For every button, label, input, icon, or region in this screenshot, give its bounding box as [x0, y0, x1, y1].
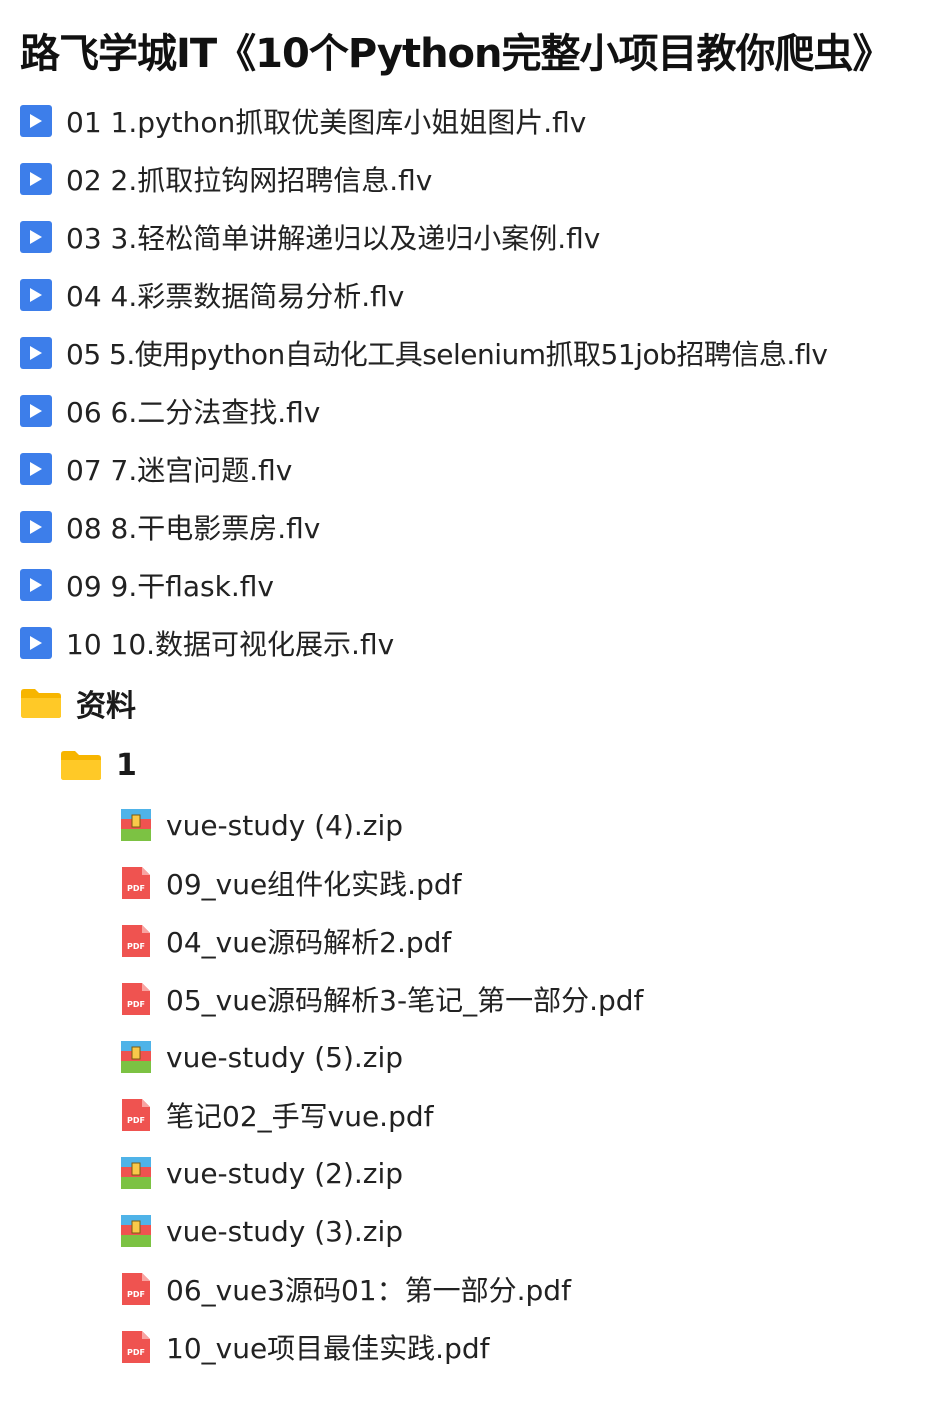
- zip-icon: [121, 1157, 151, 1189]
- svg-text:PDF: PDF: [127, 884, 145, 893]
- folder-row-materials[interactable]: 资料: [20, 672, 950, 734]
- video-label: 01 1.python抓取优美图库小姐姐图片.flv: [66, 106, 587, 139]
- file-item[interactable]: PDF 04_vue源码解析2.pdf: [20, 912, 950, 970]
- file-label: vue-study (3).zip: [166, 1214, 404, 1248]
- file-item[interactable]: vue-study (4).zip: [20, 796, 950, 854]
- folder-row-1[interactable]: 1: [20, 734, 950, 796]
- play-icon: [20, 627, 52, 659]
- pdf-icon: PDF: [122, 983, 150, 1015]
- video-item[interactable]: 07 7.迷宫问题.flv: [20, 440, 950, 498]
- pdf-icon: PDF: [122, 925, 150, 957]
- video-item[interactable]: 03 3.轻松简单讲解递归以及递归小案例.flv: [20, 208, 950, 266]
- file-label: 06_vue3源码01：第一部分.pdf: [166, 1274, 571, 1307]
- video-item[interactable]: 10 10.数据可视化展示.flv: [20, 614, 950, 672]
- file-label: 05_vue源码解析3-笔记_第一部分.pdf: [166, 984, 644, 1017]
- file-label: 10_vue项目最佳实践.pdf: [166, 1332, 490, 1365]
- svg-text:PDF: PDF: [127, 1000, 145, 1009]
- video-item[interactable]: 04 4.彩票数据简易分析.flv: [20, 266, 950, 324]
- pdf-icon: PDF: [122, 1273, 150, 1305]
- play-icon: [20, 221, 52, 253]
- folder-icon: [61, 751, 101, 780]
- play-icon: [20, 395, 52, 427]
- video-label: 04 4.彩票数据简易分析.flv: [66, 280, 405, 313]
- svg-text:PDF: PDF: [127, 1348, 145, 1357]
- folder-label: 资料: [76, 689, 136, 724]
- file-label: 09_vue组件化实践.pdf: [166, 868, 462, 901]
- file-label: vue-study (2).zip: [166, 1156, 404, 1190]
- play-icon: [20, 163, 52, 195]
- video-list: 01 1.python抓取优美图库小姐姐图片.flv 02 2.抓取拉钩网招聘信…: [20, 92, 950, 672]
- file-label: vue-study (4).zip: [166, 808, 404, 842]
- video-item[interactable]: 06 6.二分法查找.flv: [20, 382, 950, 440]
- video-item[interactable]: 01 1.python抓取优美图库小姐姐图片.flv: [20, 92, 950, 150]
- video-item[interactable]: 08 8.干电影票房.flv: [20, 498, 950, 556]
- file-item[interactable]: vue-study (2).zip: [20, 1144, 950, 1202]
- play-icon: [20, 569, 52, 601]
- file-label: 04_vue源码解析2.pdf: [166, 926, 452, 959]
- video-item[interactable]: 05 5.使用python自动化工具selenium抓取51job招聘信息.fl…: [20, 324, 950, 382]
- video-item[interactable]: 09 9.干flask.flv: [20, 556, 950, 614]
- play-icon: [20, 511, 52, 543]
- video-label: 09 9.干flask.flv: [66, 570, 274, 603]
- zip-icon: [121, 1041, 151, 1073]
- play-icon: [20, 453, 52, 485]
- page-title: 路飞学城IT《10个Python完整小项目教你爬虫》: [20, 31, 893, 77]
- play-icon: [20, 105, 52, 137]
- video-label: 10 10.数据可视化展示.flv: [66, 628, 395, 661]
- folder-icon: [21, 689, 61, 718]
- file-item[interactable]: vue-study (5).zip: [20, 1028, 950, 1086]
- play-icon: [20, 337, 52, 369]
- file-label: vue-study (5).zip: [166, 1040, 404, 1074]
- file-item[interactable]: PDF 笔记02_手写vue.pdf: [20, 1086, 950, 1144]
- svg-text:PDF: PDF: [127, 942, 145, 951]
- page: 路飞学城IT《10个Python完整小项目教你爬虫》 01 1.python抓取…: [0, 0, 950, 1376]
- pdf-icon: PDF: [122, 867, 150, 899]
- file-item[interactable]: PDF 09_vue组件化实践.pdf: [20, 854, 950, 912]
- file-label: 笔记02_手写vue.pdf: [166, 1100, 434, 1133]
- pdf-icon: PDF: [122, 1331, 150, 1363]
- video-label: 02 2.抓取拉钩网招聘信息.flv: [66, 164, 433, 197]
- video-item[interactable]: 02 2.抓取拉钩网招聘信息.flv: [20, 150, 950, 208]
- file-item[interactable]: PDF 05_vue源码解析3-笔记_第一部分.pdf: [20, 970, 950, 1028]
- video-label: 05 5.使用python自动化工具selenium抓取51job招聘信息.fl…: [66, 338, 828, 371]
- svg-text:PDF: PDF: [127, 1290, 145, 1299]
- zip-icon: [121, 1215, 151, 1247]
- svg-text:PDF: PDF: [127, 1116, 145, 1125]
- video-label: 06 6.二分法查找.flv: [66, 396, 321, 429]
- video-label: 08 8.干电影票房.flv: [66, 512, 321, 545]
- folder-label: 1: [116, 747, 137, 783]
- video-label: 03 3.轻松简单讲解递归以及递归小案例.flv: [66, 222, 601, 255]
- file-item[interactable]: PDF 06_vue3源码01：第一部分.pdf: [20, 1260, 950, 1318]
- play-icon: [20, 279, 52, 311]
- file-list: vue-study (4).zip PDF 09_vue组件化实践.pdf PD…: [20, 796, 950, 1376]
- zip-icon: [121, 809, 151, 841]
- file-item[interactable]: PDF 10_vue项目最佳实践.pdf: [20, 1318, 950, 1376]
- video-label: 07 7.迷宫问题.flv: [66, 454, 293, 487]
- pdf-icon: PDF: [122, 1099, 150, 1131]
- file-item[interactable]: vue-study (3).zip: [20, 1202, 950, 1260]
